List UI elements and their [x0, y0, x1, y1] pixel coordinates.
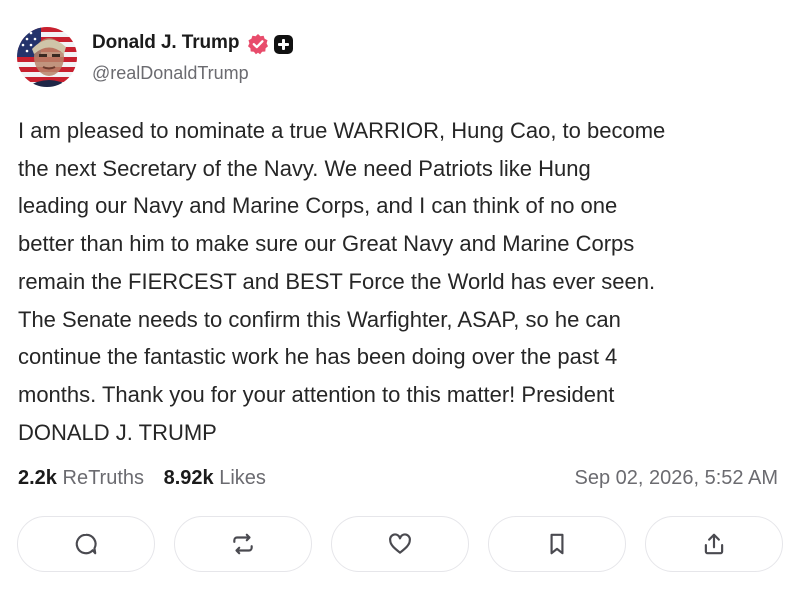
likes-stat[interactable]: 8.92k Likes	[164, 467, 266, 489]
retruths-label: ReTruths	[62, 467, 145, 489]
likes-label: Likes	[219, 467, 266, 489]
retruth-button[interactable]	[174, 516, 312, 572]
post-stats: 2.2k ReTruths 8.92k Likes	[18, 467, 266, 490]
retruths-count: 2.2k	[18, 467, 57, 489]
post-text: I am pleased to nominate a true WARRIOR,…	[18, 118, 666, 445]
like-button[interactable]	[331, 516, 469, 572]
avatar[interactable]	[17, 27, 77, 87]
likes-count: 8.92k	[163, 467, 214, 489]
retruth-icon	[233, 533, 253, 555]
post-timestamp[interactable]: Sep 02, 2026, 5:52 AM	[575, 467, 779, 490]
share-icon	[704, 533, 724, 555]
share-button[interactable]	[645, 516, 783, 572]
reply-icon	[75, 533, 97, 555]
bookmark-button[interactable]	[488, 516, 626, 572]
author-handle[interactable]: @realDonaldTrump	[92, 63, 249, 84]
reply-button[interactable]	[17, 516, 155, 572]
heart-icon	[389, 533, 411, 554]
truth-post: Donald J. Trump @realDonaldTrump I am pl…	[0, 0, 800, 593]
flag-portrait-avatar	[17, 27, 77, 87]
verified-badge-icon	[248, 34, 268, 55]
retruths-stat[interactable]: 2.2k ReTruths	[18, 467, 144, 489]
bookmark-icon	[550, 533, 564, 555]
author-name[interactable]: Donald J. Trump	[92, 32, 239, 54]
plus-square-icon	[274, 35, 293, 54]
action-bar	[17, 516, 783, 574]
